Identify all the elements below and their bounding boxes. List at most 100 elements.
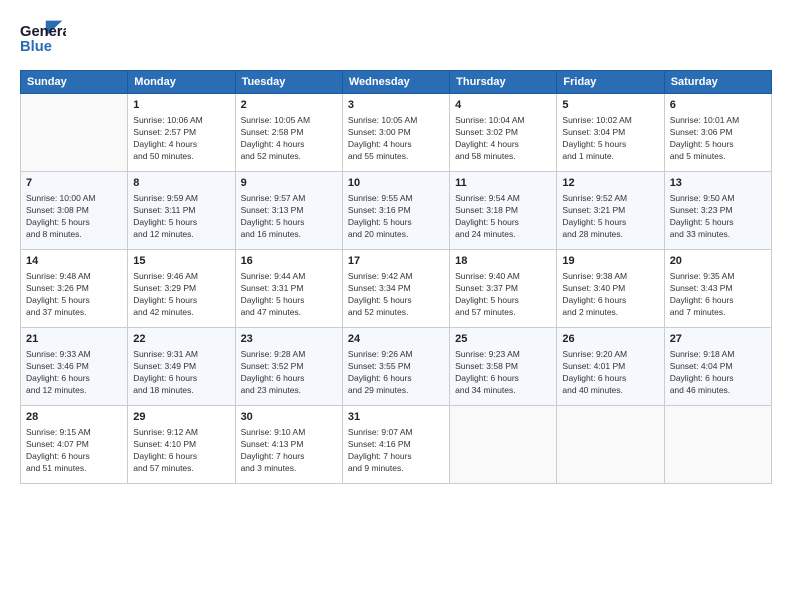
day-number: 5 xyxy=(562,98,658,113)
day-number: 10 xyxy=(348,176,444,191)
day-info: Sunrise: 9:07 AM Sunset: 4:16 PM Dayligh… xyxy=(348,427,444,475)
calendar-cell: 29Sunrise: 9:12 AM Sunset: 4:10 PM Dayli… xyxy=(128,406,235,484)
calendar-cell: 6 Sunrise: 10:01 AM Sunset: 3:06 PM Dayli… xyxy=(664,94,771,172)
day-info: Sunrise: 10:05 AM Sunset: 3:00 PM Daylig… xyxy=(348,115,444,163)
day-number: 28 xyxy=(26,410,122,425)
day-info: Sunrise: 10:04 AM Sunset: 3:02 PM Daylig… xyxy=(455,115,551,163)
header: GeneralBlue xyxy=(20,16,772,62)
day-number: 30 xyxy=(241,410,337,425)
day-number: 13 xyxy=(670,176,766,191)
calendar-cell xyxy=(21,94,128,172)
logo-icon: GeneralBlue xyxy=(20,16,66,62)
calendar-cell: 14 Sunrise: 9:48 AM Sunset: 3:26 PM Dayli… xyxy=(21,250,128,328)
day-info: Sunrise: 10:06 AM Sunset: 2:57 PM Daylig… xyxy=(133,115,229,163)
day-number: 29 xyxy=(133,410,229,425)
day-number: 23 xyxy=(241,332,337,347)
weekday-friday: Friday xyxy=(557,71,664,94)
day-info: Sunrise: 9:46 AM Sunset: 3:29 PM Dayligh… xyxy=(133,271,229,319)
day-number: 1 xyxy=(133,98,229,113)
day-number: 19 xyxy=(562,254,658,269)
calendar-week-1: 1 Sunrise: 10:06 AM Sunset: 2:57 PM Dayli… xyxy=(21,94,772,172)
day-info: Sunrise: 9:42 AM Sunset: 3:34 PM Dayligh… xyxy=(348,271,444,319)
day-info: Sunrise: 9:28 AM Sunset: 3:52 PM Dayligh… xyxy=(241,349,337,397)
calendar-cell: 20 Sunrise: 9:35 AM Sunset: 3:43 PM Dayli… xyxy=(664,250,771,328)
day-number: 3 xyxy=(348,98,444,113)
day-number: 25 xyxy=(455,332,551,347)
weekday-sunday: Sunday xyxy=(21,71,128,94)
weekday-tuesday: Tuesday xyxy=(235,71,342,94)
calendar-cell: 10 Sunrise: 9:55 AM Sunset: 3:16 PM Dayli… xyxy=(342,172,449,250)
day-number: 24 xyxy=(348,332,444,347)
day-number: 20 xyxy=(670,254,766,269)
calendar-cell: 2 Sunrise: 10:05 AM Sunset: 2:58 PM Dayli… xyxy=(235,94,342,172)
day-info: Sunrise: 10:02 AM Sunset: 3:04 PM Daylig… xyxy=(562,115,658,163)
day-number: 31 xyxy=(348,410,444,425)
day-info: Sunrise: 9:10 AM Sunset: 4:13 PM Dayligh… xyxy=(241,427,337,475)
calendar-cell xyxy=(557,406,664,484)
calendar-cell: 19 Sunrise: 9:38 AM Sunset: 3:40 PM Dayli… xyxy=(557,250,664,328)
calendar-cell: 16 Sunrise: 9:44 AM Sunset: 3:31 PM Dayli… xyxy=(235,250,342,328)
day-info: Sunrise: 9:48 AM Sunset: 3:26 PM Dayligh… xyxy=(26,271,122,319)
day-info: Sunrise: 9:38 AM Sunset: 3:40 PM Dayligh… xyxy=(562,271,658,319)
day-info: Sunrise: 9:23 AM Sunset: 3:58 PM Dayligh… xyxy=(455,349,551,397)
calendar-cell: 1 Sunrise: 10:06 AM Sunset: 2:57 PM Dayli… xyxy=(128,94,235,172)
weekday-wednesday: Wednesday xyxy=(342,71,449,94)
calendar-header: SundayMondayTuesdayWednesdayThursdayFrid… xyxy=(21,71,772,94)
calendar-cell: 7Sunrise: 10:00 AM Sunset: 3:08 PM Dayli… xyxy=(21,172,128,250)
calendar-cell: 28 Sunrise: 9:15 AM Sunset: 4:07 PM Dayli… xyxy=(21,406,128,484)
day-number: 16 xyxy=(241,254,337,269)
calendar-cell: 25 Sunrise: 9:23 AM Sunset: 3:58 PM Dayli… xyxy=(450,328,557,406)
day-number: 18 xyxy=(455,254,551,269)
day-info: Sunrise: 10:01 AM Sunset: 3:06 PM Daylig… xyxy=(670,115,766,163)
day-number: 26 xyxy=(562,332,658,347)
day-number: 2 xyxy=(241,98,337,113)
day-number: 12 xyxy=(562,176,658,191)
day-info: Sunrise: 9:52 AM Sunset: 3:21 PM Dayligh… xyxy=(562,193,658,241)
calendar-week-5: 28 Sunrise: 9:15 AM Sunset: 4:07 PM Dayli… xyxy=(21,406,772,484)
day-info: Sunrise: 9:31 AM Sunset: 3:49 PM Dayligh… xyxy=(133,349,229,397)
calendar-cell: 12 Sunrise: 9:52 AM Sunset: 3:21 PM Dayli… xyxy=(557,172,664,250)
calendar-cell: 15 Sunrise: 9:46 AM Sunset: 3:29 PM Dayli… xyxy=(128,250,235,328)
day-number: 21 xyxy=(26,332,122,347)
day-info: Sunrise: 9:44 AM Sunset: 3:31 PM Dayligh… xyxy=(241,271,337,319)
logo: GeneralBlue xyxy=(20,16,66,62)
weekday-header-row: SundayMondayTuesdayWednesdayThursdayFrid… xyxy=(21,71,772,94)
calendar-cell: 30 Sunrise: 9:10 AM Sunset: 4:13 PM Dayli… xyxy=(235,406,342,484)
day-info: Sunrise: 9:35 AM Sunset: 3:43 PM Dayligh… xyxy=(670,271,766,319)
calendar-cell: 17 Sunrise: 9:42 AM Sunset: 3:34 PM Dayli… xyxy=(342,250,449,328)
day-info: Sunrise: 10:00 AM Sunset: 3:08 PM Daylig… xyxy=(26,193,122,241)
day-number: 14 xyxy=(26,254,122,269)
calendar-cell: 4 Sunrise: 10:04 AM Sunset: 3:02 PM Dayli… xyxy=(450,94,557,172)
calendar-week-4: 21 Sunrise: 9:33 AM Sunset: 3:46 PM Dayli… xyxy=(21,328,772,406)
calendar-cell: 21 Sunrise: 9:33 AM Sunset: 3:46 PM Dayli… xyxy=(21,328,128,406)
day-info: Sunrise: 9:54 AM Sunset: 3:18 PM Dayligh… xyxy=(455,193,551,241)
day-number: 27 xyxy=(670,332,766,347)
day-info: Sunrise: 9:57 AM Sunset: 3:13 PM Dayligh… xyxy=(241,193,337,241)
calendar-cell: 18 Sunrise: 9:40 AM Sunset: 3:37 PM Dayli… xyxy=(450,250,557,328)
calendar-cell: 23 Sunrise: 9:28 AM Sunset: 3:52 PM Dayli… xyxy=(235,328,342,406)
page: GeneralBlue SundayMondayTuesdayWednesday… xyxy=(0,0,792,612)
day-number: 22 xyxy=(133,332,229,347)
calendar-cell: 9Sunrise: 9:57 AM Sunset: 3:13 PM Daylig… xyxy=(235,172,342,250)
weekday-thursday: Thursday xyxy=(450,71,557,94)
calendar-cell: 13 Sunrise: 9:50 AM Sunset: 3:23 PM Dayli… xyxy=(664,172,771,250)
weekday-saturday: Saturday xyxy=(664,71,771,94)
day-number: 15 xyxy=(133,254,229,269)
day-info: Sunrise: 9:33 AM Sunset: 3:46 PM Dayligh… xyxy=(26,349,122,397)
svg-text:Blue: Blue xyxy=(20,39,52,55)
day-number: 6 xyxy=(670,98,766,113)
day-info: Sunrise: 9:50 AM Sunset: 3:23 PM Dayligh… xyxy=(670,193,766,241)
calendar-cell: 11Sunrise: 9:54 AM Sunset: 3:18 PM Dayli… xyxy=(450,172,557,250)
day-info: Sunrise: 9:40 AM Sunset: 3:37 PM Dayligh… xyxy=(455,271,551,319)
day-info: Sunrise: 9:20 AM Sunset: 4:01 PM Dayligh… xyxy=(562,349,658,397)
calendar-cell: 3 Sunrise: 10:05 AM Sunset: 3:00 PM Dayli… xyxy=(342,94,449,172)
calendar-cell xyxy=(664,406,771,484)
day-info: Sunrise: 9:59 AM Sunset: 3:11 PM Dayligh… xyxy=(133,193,229,241)
day-info: Sunrise: 9:15 AM Sunset: 4:07 PM Dayligh… xyxy=(26,427,122,475)
calendar-table: SundayMondayTuesdayWednesdayThursdayFrid… xyxy=(20,70,772,484)
day-info: Sunrise: 10:05 AM Sunset: 2:58 PM Daylig… xyxy=(241,115,337,163)
day-number: 4 xyxy=(455,98,551,113)
calendar-cell: 24Sunrise: 9:26 AM Sunset: 3:55 PM Dayli… xyxy=(342,328,449,406)
day-number: 17 xyxy=(348,254,444,269)
day-info: Sunrise: 9:55 AM Sunset: 3:16 PM Dayligh… xyxy=(348,193,444,241)
